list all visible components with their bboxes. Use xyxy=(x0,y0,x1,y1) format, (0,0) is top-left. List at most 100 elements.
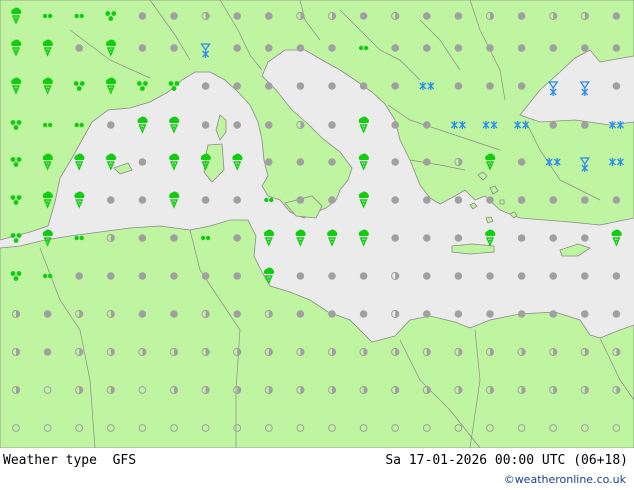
overcast-icon xyxy=(296,82,305,90)
overcast-icon xyxy=(138,158,147,166)
overcast-icon xyxy=(328,158,336,166)
overcast-icon xyxy=(454,82,463,90)
overcast-icon xyxy=(359,82,368,90)
overcast-icon xyxy=(549,272,557,280)
overcast-icon xyxy=(296,158,305,166)
overcast-icon xyxy=(328,44,336,52)
overcast-icon xyxy=(328,272,336,280)
overcast-icon xyxy=(517,234,526,242)
map-footer: Weather type GFS Sa 17-01-2026 00:00 UTC… xyxy=(0,448,634,490)
rain-shower-icon xyxy=(73,190,86,208)
overcast-icon xyxy=(486,196,494,204)
weather-map xyxy=(0,0,634,448)
overcast-icon xyxy=(423,158,431,166)
overcast-icon xyxy=(233,121,241,129)
overcast-icon xyxy=(328,310,336,318)
overcast-icon xyxy=(517,12,526,20)
overcast-icon xyxy=(549,44,557,52)
land-masses xyxy=(0,0,634,448)
overcast-icon xyxy=(549,234,557,242)
overcast-icon xyxy=(517,44,526,52)
overcast-icon xyxy=(233,12,241,20)
rain-shower-icon xyxy=(358,115,370,133)
overcast-icon xyxy=(391,234,399,242)
overcast-icon xyxy=(612,44,621,52)
overcast-icon xyxy=(107,196,115,204)
overcast-icon xyxy=(265,158,273,166)
overcast-icon xyxy=(454,234,463,242)
overcast-icon xyxy=(517,196,526,204)
overcast-icon xyxy=(138,44,147,52)
overcast-icon xyxy=(138,310,147,318)
rain-shower-icon xyxy=(358,228,370,246)
overcast-icon xyxy=(328,82,336,90)
rain-shower-icon xyxy=(231,152,244,170)
overcast-icon xyxy=(201,272,210,280)
land-mallorca xyxy=(113,162,133,175)
overcast-icon xyxy=(391,196,399,204)
overcast-icon xyxy=(170,272,178,280)
overcast-icon xyxy=(486,272,494,280)
overcast-icon xyxy=(581,234,589,242)
overcast-icon xyxy=(423,234,431,242)
map-canvas xyxy=(0,0,634,448)
cloudy-icon xyxy=(391,309,400,319)
overcast-icon xyxy=(391,44,399,52)
overcast-icon xyxy=(454,44,463,52)
overcast-icon xyxy=(517,310,526,318)
overcast-icon xyxy=(581,44,589,52)
overcast-icon xyxy=(265,121,273,129)
overcast-icon xyxy=(391,158,399,166)
overcast-icon xyxy=(233,196,241,204)
snow-shower-icon xyxy=(548,81,558,97)
overcast-icon xyxy=(423,310,431,318)
overcast-icon xyxy=(328,196,336,204)
overcast-icon xyxy=(612,272,621,280)
overcast-icon xyxy=(233,82,241,90)
overcast-icon xyxy=(581,121,589,129)
overcast-icon xyxy=(581,196,589,204)
rain-shower-icon xyxy=(294,228,307,246)
overcast-icon xyxy=(75,272,83,280)
overcast-icon xyxy=(423,121,431,129)
overcast-icon xyxy=(170,234,178,242)
overcast-icon xyxy=(549,121,557,129)
rain-shower-icon xyxy=(73,152,86,170)
overcast-icon xyxy=(265,12,273,20)
overcast-icon xyxy=(107,272,115,280)
overcast-icon xyxy=(517,158,526,166)
overcast-icon xyxy=(454,196,463,204)
overcast-icon xyxy=(296,272,305,280)
overcast-icon xyxy=(549,196,557,204)
overcast-icon xyxy=(170,12,178,20)
overcast-icon xyxy=(423,272,431,280)
overcast-icon xyxy=(612,82,621,90)
overcast-icon xyxy=(43,310,52,318)
overcast-icon xyxy=(296,196,305,204)
rain-shower-icon xyxy=(484,228,496,246)
overcast-icon xyxy=(233,44,241,52)
overcast-icon xyxy=(201,82,210,90)
map-title: Weather type GFS xyxy=(3,453,137,468)
land-cyprus xyxy=(559,243,591,257)
overcast-icon xyxy=(549,310,557,318)
overcast-icon xyxy=(454,310,463,318)
overcast-icon xyxy=(581,272,589,280)
overcast-icon xyxy=(486,82,494,90)
rain-shower-icon xyxy=(105,152,117,170)
cloudy-icon xyxy=(391,271,400,281)
overcast-icon xyxy=(107,121,115,129)
rain-shower-icon xyxy=(136,115,149,133)
overcast-icon xyxy=(43,348,52,356)
credit-link[interactable]: ©weatheronline.co.uk xyxy=(504,473,626,486)
land-sardinia xyxy=(203,143,225,183)
overcast-icon xyxy=(328,121,336,129)
overcast-icon xyxy=(486,310,494,318)
overcast-icon xyxy=(201,121,210,129)
overcast-icon xyxy=(138,272,147,280)
overcast-icon xyxy=(265,44,273,52)
overcast-icon xyxy=(612,196,621,204)
overcast-icon xyxy=(265,82,273,90)
rain-shower-icon xyxy=(263,228,275,246)
overcast-icon xyxy=(170,44,178,52)
